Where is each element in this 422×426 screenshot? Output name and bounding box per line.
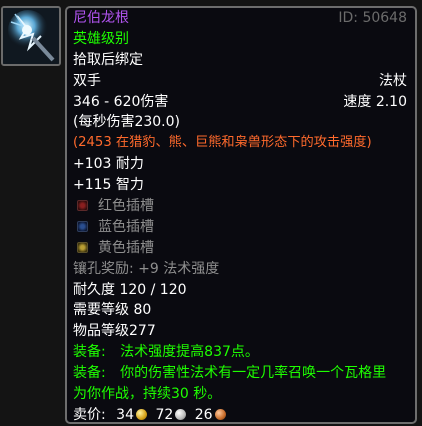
equip-1-text: 法术强度提高837点。 xyxy=(120,344,259,361)
item-binding: 拾取后绑定 xyxy=(73,51,143,68)
damage-row: 346 - 620伤害 速度 2.10 xyxy=(73,92,407,113)
feral-attack-power: (2453 在猎豹、熊、巨熊和枭兽形态下的攻击强度) xyxy=(73,135,372,151)
item-id: ID: 50648 xyxy=(338,10,407,26)
yellow-socket-icon xyxy=(77,241,88,253)
socket-red-label: 红色插槽 xyxy=(98,198,154,215)
staff-item-icon xyxy=(3,8,59,64)
title-row: 尼伯龙根 ID: 50648 xyxy=(73,8,407,29)
socket-blue: 蓝色插槽 xyxy=(73,217,407,238)
copper-coin-icon xyxy=(214,408,226,420)
equip-1-prefix: 装备: xyxy=(73,344,106,361)
equip-effect-2: 装备: 你的伤害性法术有一定几率召唤一个瓦格里 xyxy=(73,363,407,384)
gold-amount: 34 xyxy=(116,406,134,423)
red-socket-icon xyxy=(77,200,88,212)
item-dps: (每秒伤害230.0) xyxy=(73,114,181,131)
blue-socket-icon xyxy=(77,220,88,232)
required-level: 需要等级 80 xyxy=(73,302,152,319)
socket-blue-label: 蓝色插槽 xyxy=(98,218,154,235)
stat-stamina: +103 耐力 xyxy=(73,156,144,173)
stat-intellect: +115 智力 xyxy=(73,177,144,194)
item-tooltip: 尼伯龙根 ID: 50648 英雄级别 拾取后绑定 双手 法杖 346 - 62… xyxy=(65,6,417,424)
item-icon[interactable] xyxy=(1,6,61,66)
item-quality: 英雄级别 xyxy=(73,30,129,47)
socket-yellow-label: 黄色插槽 xyxy=(98,239,154,256)
item-name: 尼伯龙根 xyxy=(73,10,129,26)
sell-label: 卖价: xyxy=(73,406,106,423)
socket-red: 红色插槽 xyxy=(73,196,407,217)
socket-bonus: 镶孔奖励: +9 法术强度 xyxy=(73,260,220,277)
socket-yellow: 黄色插槽 xyxy=(73,238,407,259)
silver-amount: 72 xyxy=(155,406,174,423)
sell-price: 卖价: 34 72 26 xyxy=(73,405,407,426)
item-durability: 耐久度 120 / 120 xyxy=(73,281,187,298)
item-slot: 双手 xyxy=(73,72,101,89)
item-level: 物品等级277 xyxy=(73,323,156,340)
item-type: 法杖 xyxy=(379,72,407,89)
item-speed: 速度 2.10 xyxy=(343,93,407,110)
equip-2-text-line2: 为你作战，持续30 秒。 xyxy=(73,386,222,403)
equip-2-prefix: 装备: xyxy=(73,365,106,382)
equip-2-text-line1: 你的伤害性法术有一定几率召唤一个瓦格里 xyxy=(120,365,387,382)
copper-amount: 26 xyxy=(194,406,213,423)
item-damage: 346 - 620伤害 xyxy=(73,93,169,110)
silver-coin-icon xyxy=(175,408,187,420)
equip-effect-1: 装备: 法术强度提高837点。 xyxy=(73,342,407,363)
slot-row: 双手 法杖 xyxy=(73,71,407,92)
gold-coin-icon xyxy=(136,408,147,420)
